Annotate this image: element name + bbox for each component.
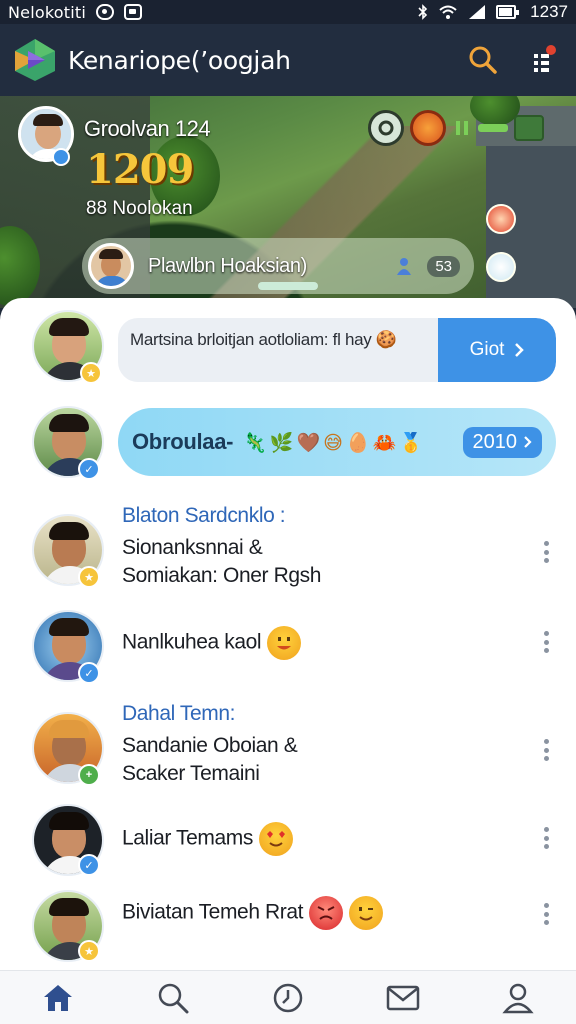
chip-avatar <box>88 243 134 289</box>
bottom-nav <box>0 970 576 1024</box>
menu-dots-icon <box>534 45 556 72</box>
app-title: Kenariope(’oogjah <box>68 45 291 75</box>
reaction-bubble[interactable]: Obroulaa- 🦎🌿🤎😅🥚🦀🥇 2010 <box>118 408 556 476</box>
status-time: 1237 <box>530 2 568 21</box>
list-item-line: Nanlkuhea kaol <box>122 626 302 660</box>
reaction-count-button[interactable]: 2010 <box>462 426 542 458</box>
chevron-right-icon <box>515 343 525 357</box>
clock-icon <box>273 983 303 1012</box>
search-button[interactable] <box>468 45 498 75</box>
menu-button[interactable] <box>532 45 556 75</box>
bluetooth-icon <box>418 4 428 20</box>
list-item-line: Sandanie Oboian & <box>122 734 298 757</box>
verified-badge-icon: ✓ <box>78 854 100 876</box>
signal-icon <box>469 5 486 19</box>
carrier-name: Nelokotiti <box>8 2 86 22</box>
battery-icon <box>496 5 520 19</box>
alert-icon[interactable] <box>486 204 516 234</box>
smile-emoji-icon <box>267 626 302 660</box>
reaction-label: Obroulaa- <box>132 429 234 454</box>
got-button-label: Giot <box>469 339 505 360</box>
gallery-notification-icon <box>123 4 142 20</box>
energy-bar <box>478 124 508 132</box>
more-options-button[interactable] <box>536 824 556 852</box>
app-bar: Kenariope(’oogjah <box>0 24 576 96</box>
list-item-line: Scaker Temaini <box>122 762 260 785</box>
chevron-right-icon <box>524 436 532 448</box>
settings-gear-icon[interactable] <box>368 110 404 146</box>
more-options-button[interactable] <box>536 736 556 764</box>
pager-indicator <box>258 282 318 290</box>
list-item-line: Somiakan: Oner Rgsh <box>122 564 321 587</box>
plus-badge-icon: + <box>78 764 100 786</box>
list-item-line: Sionanksnnai & <box>122 536 263 559</box>
person-icon <box>395 257 413 275</box>
hero-subtitle: 88 Noolokan <box>86 198 193 219</box>
heart-eyes-emoji-icon <box>258 822 293 856</box>
game-banner[interactable]: Groolvan 124 1209 88 Noolokan Plawlbn Ho… <box>0 96 576 308</box>
refresh-icon[interactable] <box>486 252 516 282</box>
list-item-text: Laliar Temams <box>122 826 253 850</box>
feed-card: ★ Martsina brloitjan aotloliam: fl hay 🍪… <box>0 298 576 970</box>
star-badge-icon: ★ <box>78 940 100 962</box>
nav-messages[interactable] <box>383 978 423 1018</box>
verified-badge-icon: ✓ <box>78 458 100 480</box>
message-text: Martsina brloitjan aotloliam: fl hay 🍪 <box>130 330 397 349</box>
search-icon <box>469 46 497 74</box>
profile-icon <box>502 983 534 1013</box>
verified-badge-icon <box>52 148 70 166</box>
verified-badge-icon: ✓ <box>78 662 100 684</box>
message-row: ★ Martsina brloitjan aotloliam: fl hay 🍪… <box>0 298 576 398</box>
nav-profile[interactable] <box>498 978 538 1018</box>
nav-home[interactable] <box>38 978 78 1018</box>
message-bubble[interactable]: Martsina brloitjan aotloliam: fl hay 🍪 G… <box>118 318 556 382</box>
star-badge-icon: ★ <box>80 362 102 384</box>
hero-score: 1209 <box>86 146 194 193</box>
list-item-title: Dahal Temn: <box>122 702 236 725</box>
mail-icon <box>386 985 420 1010</box>
more-options-button[interactable] <box>536 538 556 566</box>
wifi-icon <box>439 5 457 19</box>
angry-emoji-icon <box>309 896 344 930</box>
chip-text: Plawlbn Hoaksian) <box>148 254 307 277</box>
game-hud <box>368 108 558 148</box>
pause-icon[interactable] <box>452 110 472 146</box>
list-item-title: Blaton Sardcnklo : <box>122 504 286 527</box>
nav-activity[interactable] <box>268 978 308 1018</box>
more-options-button[interactable] <box>536 628 556 656</box>
home-icon <box>43 984 72 1011</box>
reaction-count: 2010 <box>472 430 518 453</box>
status-bar: Nelokotiti 1237 <box>0 0 576 24</box>
list-item-text: Biviatan Temeh Rrat <box>122 900 304 924</box>
camera-notification-icon <box>95 4 114 20</box>
reaction-emojis: 🦎🌿🤎😅🥚🦀🥇 <box>243 431 426 454</box>
got-button[interactable]: Giot <box>438 318 556 382</box>
hero-name: Groolvan 124 <box>84 116 211 141</box>
map-icon[interactable] <box>514 115 544 141</box>
play-triangle-logo-icon[interactable] <box>12 37 58 83</box>
more-options-button[interactable] <box>536 900 556 928</box>
list-item-line: Biviatan Temeh Rrat <box>122 896 384 930</box>
list-item-text: Nanlkuhea kaol <box>122 630 262 654</box>
chip-count: 53 <box>427 255 460 277</box>
coin-icon[interactable] <box>410 110 446 146</box>
wink-emoji-icon <box>349 896 384 930</box>
list-item-line: Laliar Temams <box>122 822 293 856</box>
nav-search[interactable] <box>153 978 193 1018</box>
star-badge-icon: ★ <box>78 566 100 588</box>
search-icon <box>158 983 189 1013</box>
